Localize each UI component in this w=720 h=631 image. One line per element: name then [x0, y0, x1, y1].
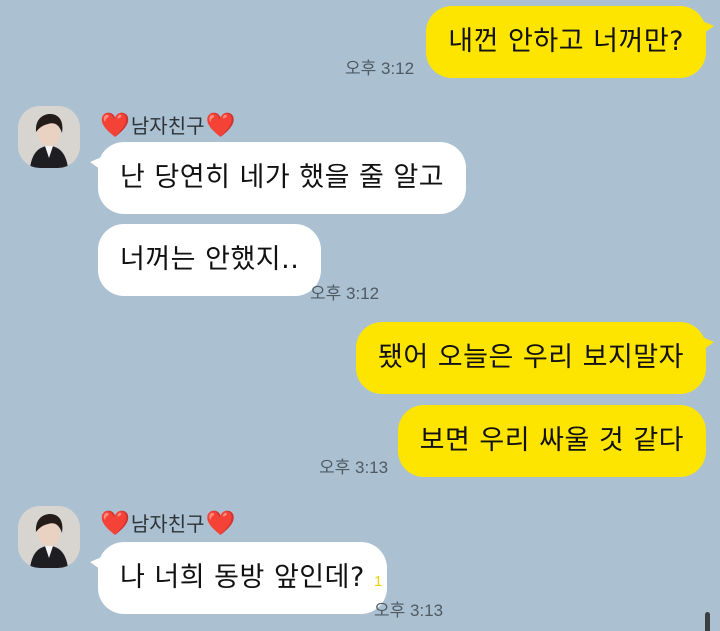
- profile-photo-icon: [18, 106, 80, 168]
- sender-name-text: 남자친구: [130, 114, 205, 138]
- sender-name: ❤️ 남자친구 ❤️: [100, 110, 235, 139]
- scrollbar[interactable]: [705, 612, 710, 631]
- message-time: 오후 3:12: [345, 59, 415, 78]
- my-message-bubble[interactable]: 보면 우리 싸울 것 같다: [397, 405, 706, 477]
- profile-photo-icon: [18, 506, 80, 568]
- heart-icon: ❤️: [100, 508, 130, 537]
- profile-avatar[interactable]: [18, 106, 80, 168]
- heart-icon: ❤️: [205, 508, 236, 537]
- message-time: 오후 3:12: [310, 284, 380, 303]
- heart-icon: ❤️: [205, 110, 236, 139]
- my-message-bubble[interactable]: 됐어 오늘은 우리 보지말자: [356, 322, 714, 394]
- their-message-bubble[interactable]: 나 너희 동방 앞인데?: [90, 542, 387, 614]
- chat-area[interactable]: 오후 3:12 내껀 안하고 너꺼만? ❤️ 남자친구 ❤️ 난 당연히 네가 …: [0, 0, 720, 631]
- message-time: 오후 3:13: [319, 458, 389, 477]
- heart-icon: ❤️: [100, 110, 130, 139]
- message-time: 오후 3:13: [374, 601, 444, 620]
- their-message-bubble[interactable]: 난 당연히 네가 했을 줄 알고: [89, 142, 467, 214]
- sender-name: ❤️ 남자친구 ❤️: [100, 508, 235, 537]
- their-message-bubble[interactable]: 너꺼는 안했지..: [98, 224, 322, 296]
- sender-name-text: 남자친구: [130, 512, 205, 536]
- my-message-bubble[interactable]: 내껀 안하고 너꺼만?: [426, 6, 714, 78]
- unread-count: 1: [374, 573, 383, 590]
- profile-avatar[interactable]: [18, 506, 80, 568]
